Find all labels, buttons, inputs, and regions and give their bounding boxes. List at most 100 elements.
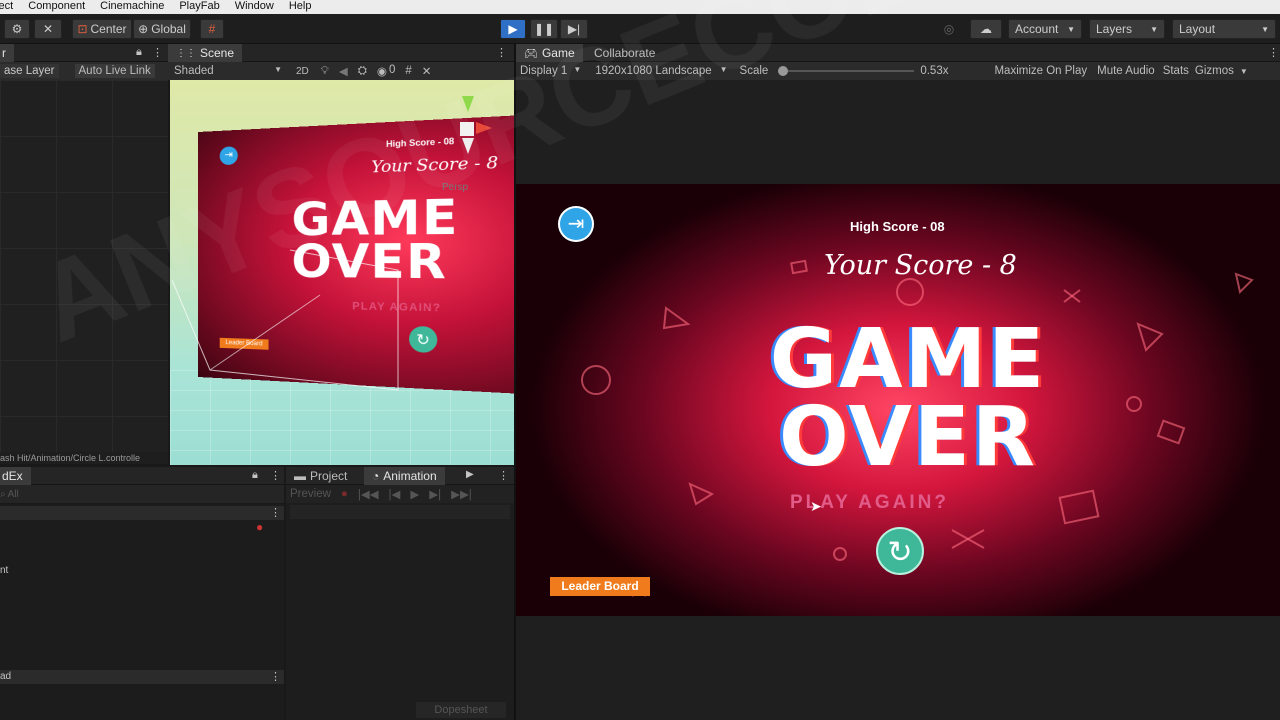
- last-frame-icon[interactable]: ▶▶|: [451, 487, 472, 501]
- center-button[interactable]: ⊡ Center: [72, 19, 132, 39]
- shading-dropdown[interactable]: Shaded ▼: [174, 65, 282, 77]
- game-tab-bar: 🎮︎ Game Collaborate ⋮: [516, 44, 1280, 62]
- menu-playfab[interactable]: PlayFab: [173, 0, 228, 14]
- tools-icon[interactable]: ✕: [422, 64, 432, 78]
- lock-icon[interactable]: 🔒︎: [252, 469, 258, 482]
- menu-help[interactable]: Help: [283, 0, 321, 14]
- tab-inspector-label: dEx: [2, 469, 23, 483]
- audio-icon[interactable]: ◀︎: [339, 64, 348, 78]
- more-icon[interactable]: ⋮: [270, 670, 281, 684]
- maximize-on-play-toggle[interactable]: Maximize On Play: [994, 65, 1087, 77]
- tab-scene[interactable]: ⋮⋮ Scene: [168, 44, 243, 62]
- gear-tool-button[interactable]: ⚙: [4, 19, 30, 39]
- menu-component[interactable]: Component: [22, 0, 94, 14]
- more-icon[interactable]: ⋮: [1268, 46, 1279, 59]
- menu-project[interactable]: oject: [0, 0, 22, 14]
- gear-icon: ⚙: [11, 22, 23, 36]
- tab-inspector[interactable]: dEx: [0, 467, 31, 485]
- pause-button[interactable]: ❚❚: [530, 19, 558, 39]
- panel-divider[interactable]: [514, 44, 516, 720]
- play-icon[interactable]: ▶: [466, 469, 474, 480]
- animation-timeline[interactable]: Dopesheet: [286, 503, 514, 720]
- search-icon: ⌕: [0, 488, 6, 500]
- scene-toolbar: Shaded ▼ 2D 💡︎ ◀︎ ⛭ ◉ 0 # ✕: [168, 62, 514, 80]
- mode-2d-toggle[interactable]: 2D: [296, 66, 309, 77]
- inspector-search[interactable]: ⌕ All: [0, 485, 284, 503]
- record-icon[interactable]: ●: [341, 488, 348, 500]
- mute-audio-toggle[interactable]: Mute Audio: [1097, 65, 1155, 77]
- leaderboard-button[interactable]: Leader Board: [550, 577, 650, 596]
- layers-dropdown[interactable]: Layers ▼: [1089, 19, 1165, 39]
- persp-label[interactable]: Persp: [442, 182, 468, 193]
- step-button[interactable]: ▶|: [560, 19, 588, 39]
- transform-tool-button[interactable]: ✕: [34, 19, 62, 39]
- first-frame-icon[interactable]: |◀◀: [358, 487, 379, 501]
- menu-cinemachine[interactable]: Cinemachine: [94, 0, 173, 14]
- replay-button[interactable]: ↻: [876, 527, 924, 575]
- tab-project[interactable]: ▬ Project: [286, 467, 355, 485]
- resolution-dropdown[interactable]: 1920x1080 Landscape ▼: [595, 65, 727, 77]
- more-icon[interactable]: ⋮: [270, 469, 281, 482]
- display-dropdown[interactable]: Display 1 ▼: [520, 65, 581, 77]
- caret-down-icon: ▼: [719, 65, 728, 74]
- more-icon[interactable]: ⋮: [152, 46, 163, 59]
- tab-collaborate[interactable]: Collaborate: [586, 44, 663, 62]
- caret-down-icon: ▼: [1150, 24, 1158, 34]
- inspector-body: ⋮ ● nt ad ⋮: [0, 504, 284, 720]
- tab-animation[interactable]: ◔ Animation: [364, 467, 445, 485]
- layout-dropdown[interactable]: Layout ▼: [1172, 19, 1276, 39]
- axis-center-icon: [460, 122, 474, 136]
- play-button[interactable]: ▶: [500, 19, 526, 39]
- stats-toggle[interactable]: Stats: [1163, 65, 1189, 77]
- lighting-icon[interactable]: 💡︎: [321, 65, 329, 78]
- cloud-button[interactable]: ☁: [970, 19, 1002, 39]
- caret-down-icon[interactable]: ▼: [1240, 67, 1248, 76]
- grid-icon: #: [208, 22, 216, 36]
- hidden-objects-toggle[interactable]: ◉ 0: [377, 64, 395, 78]
- more-icon[interactable]: ⋮: [496, 46, 507, 59]
- your-score-text: Your Score - 8: [824, 250, 1017, 281]
- scale-slider[interactable]: [778, 66, 915, 76]
- effects-icon[interactable]: ⛭: [358, 65, 367, 78]
- scene-icon: ⋮⋮: [176, 47, 196, 59]
- caret-down-icon: ▼: [1067, 24, 1075, 34]
- grid-snap-button[interactable]: #: [200, 19, 224, 39]
- display-label: Display 1: [520, 65, 568, 77]
- dopesheet-button[interactable]: Dopesheet: [416, 702, 506, 718]
- main-toolbar: ⚙ ✕ ⊡ Center ⊕ Global # ▶ ❚❚ ▶| ◎ ☁ Accoun…: [0, 14, 1280, 44]
- game-viewport[interactable]: ⇥ High Score - 08 Your Score - 8 GAME OV…: [516, 184, 1280, 616]
- global-button[interactable]: ⊕ Global: [133, 19, 191, 39]
- play-icon[interactable]: ▶: [410, 487, 419, 501]
- inspector-row[interactable]: ⋮: [0, 506, 284, 520]
- tab-animator[interactable]: r: [0, 44, 14, 62]
- inspector-row[interactable]: ad ⋮: [0, 670, 284, 684]
- scene-viewport[interactable]: ⇥ High Score - 08 Your Score - 8 GAME OV…: [170, 80, 514, 465]
- base-layer-breadcrumb[interactable]: ase Layer: [0, 64, 59, 78]
- scene-orientation-gizmo[interactable]: Persp: [436, 96, 496, 193]
- record-icon[interactable]: ●: [256, 520, 263, 534]
- next-frame-icon[interactable]: ▶|: [429, 487, 441, 501]
- exit-button[interactable]: ⇥: [558, 206, 594, 242]
- animator-graph[interactable]: [0, 80, 168, 452]
- more-icon[interactable]: ⋮: [498, 469, 509, 482]
- grid-icon[interactable]: #: [405, 65, 411, 77]
- slider-thumb[interactable]: [778, 66, 789, 76]
- prev-frame-icon[interactable]: |◀: [389, 487, 401, 501]
- gizmos-dropdown[interactable]: Gizmos: [1195, 65, 1234, 77]
- scene-tab-bar: ⋮⋮ Scene ⋮: [168, 44, 514, 62]
- more-icon[interactable]: ⋮: [270, 506, 281, 519]
- account-dropdown[interactable]: Account ▼: [1008, 19, 1082, 39]
- lock-icon[interactable]: 🔒︎: [136, 46, 142, 59]
- search-placeholder: All: [7, 488, 19, 500]
- pause-icon: ❚❚: [533, 22, 555, 36]
- auto-live-link-button[interactable]: Auto Live Link: [74, 64, 155, 78]
- collab-status-button[interactable]: ◎: [936, 19, 962, 39]
- tab-game-label: Game: [541, 46, 575, 60]
- tab-game[interactable]: 🎮︎ Game: [516, 44, 583, 62]
- menu-window[interactable]: Window: [229, 0, 283, 14]
- preview-toggle[interactable]: Preview: [290, 488, 331, 500]
- animator-tab-bar: r 🔒︎ ⋮: [0, 44, 168, 62]
- inspector-row-label: ad: [0, 671, 12, 682]
- cursor-icon: ➤: [810, 498, 822, 514]
- shading-label: Shaded: [174, 65, 214, 77]
